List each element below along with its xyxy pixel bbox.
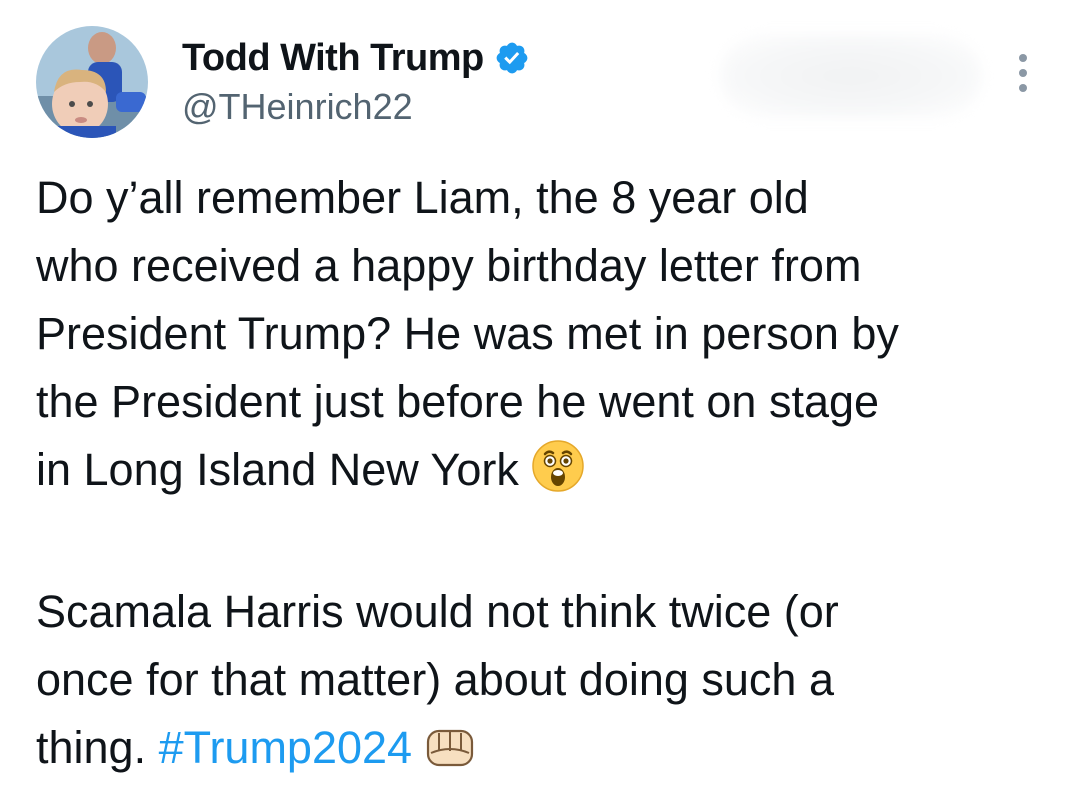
tweet-paragraph-2: Scamala Harris would not think twice (or…	[36, 578, 1066, 790]
display-name[interactable]: Todd With Trump	[182, 37, 484, 80]
astonished-face-emoji	[531, 439, 585, 512]
text-line: once for that matter) about doing such a	[36, 654, 834, 705]
text-line: who received a happy birthday letter fro…	[36, 240, 862, 291]
more-dots-icon[interactable]	[1008, 50, 1038, 96]
text-line: thing.	[36, 722, 159, 773]
verified-badge-icon	[494, 40, 530, 76]
tweet-paragraph-1: Do y’all remember Liam, the 8 year old w…	[36, 164, 1066, 512]
text-line: in Long Island New York	[36, 444, 532, 495]
tweet-card: Todd With Trump @THeinrich22 Do y’all re…	[0, 0, 1080, 796]
tweet-text: Do y’all remember Liam, the 8 year old w…	[36, 164, 1066, 790]
blurred-follow-area	[720, 34, 982, 118]
avatar-photo	[36, 26, 148, 138]
avatar[interactable]	[36, 26, 148, 138]
text-line: the President just before he went on sta…	[36, 376, 880, 427]
author-name-row: Todd With Trump	[182, 34, 530, 82]
oncoming-fist-emoji	[425, 722, 475, 790]
text-line: Do y’all remember Liam, the 8 year old	[36, 172, 809, 223]
text-line: Scamala Harris would not think twice (or	[36, 586, 839, 637]
hashtag-link[interactable]: #Trump2024	[159, 722, 412, 773]
author-handle[interactable]: @THeinrich22	[182, 86, 413, 128]
text-line: President Trump? He was met in person by	[36, 308, 899, 359]
